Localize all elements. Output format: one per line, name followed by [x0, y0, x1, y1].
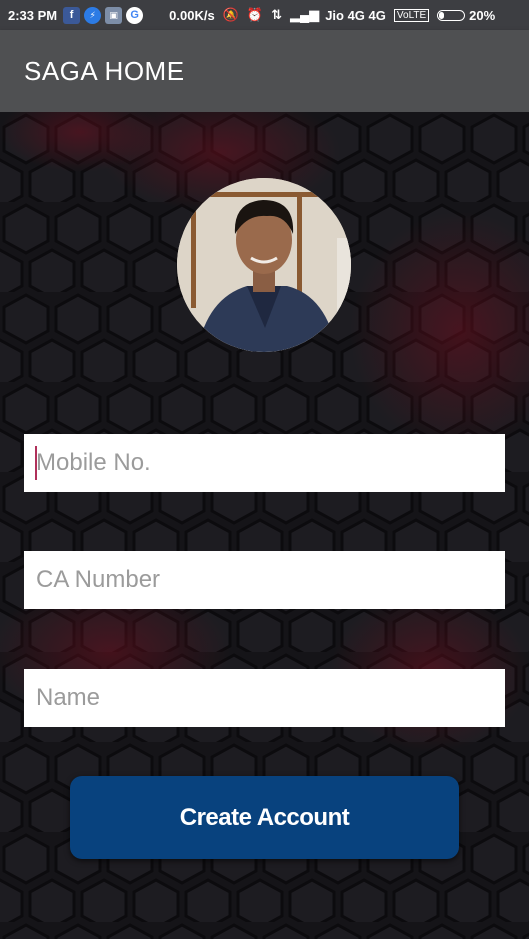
name-field[interactable]	[24, 669, 505, 727]
text-cursor	[35, 446, 37, 480]
volte-badge: VoLTE	[393, 8, 430, 22]
alarm-icon: ⏰	[246, 7, 264, 22]
facebook-icon: f	[63, 6, 81, 24]
google-icon: G	[126, 6, 144, 24]
signal-icon: ▂▄▆	[289, 7, 320, 22]
create-account-button[interactable]: Create Account	[70, 776, 459, 859]
gallery-icon: ▣	[105, 6, 123, 24]
status-bar: 2:33 PM f ⚡ ▣ G 0.00K/s 🔕 ⏰ ⇅ ▂▄▆ Jio 4G…	[0, 0, 529, 30]
battery-fill	[439, 11, 445, 19]
battery-icon	[437, 9, 466, 21]
data-transfer-icon: ⇅	[271, 7, 282, 22]
messenger-icon: ⚡	[84, 6, 102, 24]
carrier-label: Jio 4G 4G	[325, 7, 386, 23]
ca-number-input[interactable]	[36, 551, 505, 609]
network-speed: 0.00K/s	[169, 7, 215, 23]
mobile-field[interactable]	[24, 434, 505, 492]
battery-percent: 20%	[469, 7, 496, 23]
mute-icon: 🔕	[222, 7, 239, 22]
main-content: Create Account	[0, 112, 529, 939]
app-bar: SAGA HOME	[0, 30, 529, 112]
ca-number-field[interactable]	[24, 551, 505, 609]
profile-avatar[interactable]	[177, 178, 351, 352]
name-input[interactable]	[36, 669, 505, 727]
mobile-input[interactable]	[36, 434, 505, 492]
page-title: SAGA HOME	[24, 55, 185, 86]
status-time: 2:33 PM	[8, 7, 58, 23]
